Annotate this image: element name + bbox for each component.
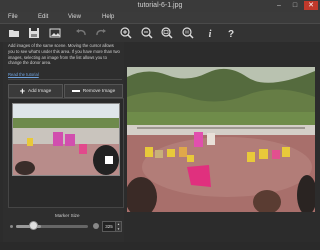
menu-bar: File Edit View Help xyxy=(0,12,320,24)
info-icon[interactable]: i xyxy=(203,26,217,40)
image-thumbnail[interactable] xyxy=(12,103,120,176)
toolbar: i ? xyxy=(0,24,320,42)
divider xyxy=(8,79,122,80)
marker-size-slider[interactable] xyxy=(16,225,88,228)
minus-icon xyxy=(71,90,80,92)
svg-text:i: i xyxy=(209,29,212,39)
remove-image-label: Remove Image xyxy=(82,88,116,94)
slider-knob[interactable] xyxy=(29,221,38,230)
menu-edit[interactable]: Edit xyxy=(38,12,48,23)
menu-help[interactable]: Help xyxy=(102,12,114,23)
plus-icon: + xyxy=(19,85,26,96)
marker-size-spinner[interactable]: ▲ ▼ xyxy=(115,221,122,232)
large-marker-icon xyxy=(93,223,99,229)
undo-icon[interactable] xyxy=(74,26,88,40)
small-marker-icon xyxy=(10,225,13,228)
maximize-button[interactable]: □ xyxy=(288,1,302,10)
remove-image-button[interactable]: Remove Image xyxy=(64,84,123,98)
help-icon[interactable]: ? xyxy=(224,26,238,40)
instructions-text: Add images of the same scene. Moving the… xyxy=(8,43,120,66)
zoom-actual-icon[interactable] xyxy=(181,26,195,40)
add-image-button[interactable]: + Add Image xyxy=(8,84,63,98)
status-bar xyxy=(0,242,320,250)
main-image-view[interactable] xyxy=(127,67,315,212)
redo-icon[interactable] xyxy=(94,26,108,40)
zoom-out-icon[interactable] xyxy=(140,26,154,40)
add-image-label: Add Image xyxy=(28,88,52,94)
marker-size-input[interactable]: 325 xyxy=(102,221,116,232)
svg-text:?: ? xyxy=(228,29,234,39)
save-icon[interactable] xyxy=(27,26,41,40)
menu-file[interactable]: File xyxy=(8,12,18,23)
title-bar: tutorial-6-1.jpg – □ ✕ xyxy=(0,0,320,12)
close-button[interactable]: ✕ xyxy=(304,1,318,10)
menu-view[interactable]: View xyxy=(68,12,81,23)
image-icon[interactable] xyxy=(48,26,62,40)
zoom-fit-icon[interactable] xyxy=(160,26,174,40)
marker-size-label: Marker Size xyxy=(55,213,80,218)
minimize-button[interactable]: – xyxy=(272,1,286,10)
tutorial-link[interactable]: Read the tutorial xyxy=(8,72,39,77)
zoom-in-icon[interactable] xyxy=(119,26,133,40)
open-folder-icon[interactable] xyxy=(7,26,21,40)
